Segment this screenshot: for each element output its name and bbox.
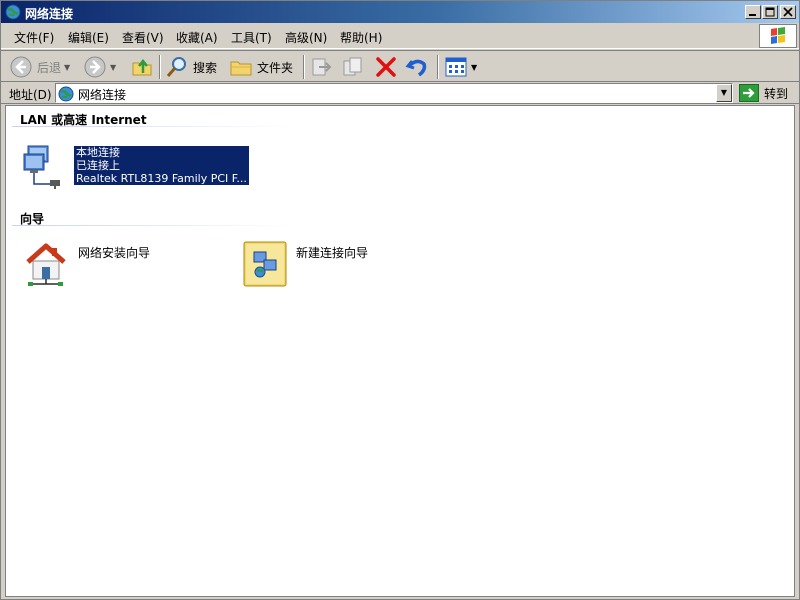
group-divider bbox=[12, 225, 292, 226]
network-setup-wizard-item[interactable]: 网络安装向导 bbox=[24, 240, 214, 292]
up-folder-icon bbox=[132, 58, 152, 76]
delete-button[interactable] bbox=[374, 53, 398, 81]
folder-icon bbox=[230, 61, 252, 76]
move-to-button[interactable] bbox=[309, 53, 333, 81]
back-label: 后退 bbox=[37, 60, 62, 75]
minimize-icon bbox=[749, 14, 756, 16]
chevron-down-icon[interactable]: ▼ bbox=[110, 63, 116, 72]
minimize-button[interactable] bbox=[745, 5, 761, 19]
views-grid-icon bbox=[445, 57, 467, 77]
wizard-name: 新建连接向导 bbox=[296, 246, 369, 260]
search-label: 搜索 bbox=[193, 60, 218, 75]
back-arrow-icon bbox=[10, 56, 32, 78]
new-connection-wizard-item[interactable]: 新建连接向导 bbox=[242, 240, 432, 292]
go-button[interactable]: 转到 bbox=[739, 83, 788, 103]
group-divider bbox=[12, 126, 292, 127]
delete-x-icon bbox=[376, 57, 396, 77]
address-value: 网络连接 bbox=[78, 88, 127, 102]
menu-favorites[interactable]: 收藏(A) bbox=[176, 29, 218, 46]
up-folder-button[interactable] bbox=[130, 53, 154, 81]
toolbar-separator bbox=[437, 55, 439, 79]
undo-icon bbox=[405, 59, 427, 77]
maximize-icon bbox=[765, 7, 775, 17]
forward-arrow-icon bbox=[84, 56, 106, 78]
folders-button[interactable]: 文件夹 bbox=[229, 53, 293, 81]
new-connection-wizard-icon bbox=[243, 241, 287, 287]
chevron-down-icon[interactable]: ▼ bbox=[471, 63, 477, 72]
address-input[interactable]: 网络连接 ▼ bbox=[55, 83, 733, 103]
menu-bar: 文件(F) 编辑(E) 查看(V) 收藏(A) 工具(T) 高级(N) 帮助(H… bbox=[1, 23, 799, 49]
copy-to-button[interactable] bbox=[341, 53, 365, 81]
windows-logo bbox=[759, 24, 797, 48]
go-arrow-icon bbox=[739, 84, 759, 102]
toolbar-separator bbox=[159, 55, 161, 79]
maximize-button[interactable] bbox=[762, 5, 778, 19]
search-icon bbox=[166, 57, 186, 77]
close-button[interactable] bbox=[780, 5, 796, 19]
address-label: 地址(D) bbox=[9, 88, 52, 102]
window-title: 网络连接 bbox=[25, 7, 74, 21]
undo-button[interactable] bbox=[405, 53, 429, 81]
local-connection-labels: 本地连接 已连接上 Realtek RTL8139 Family PCI F..… bbox=[74, 146, 249, 185]
views-button[interactable]: ▼ bbox=[444, 53, 477, 81]
menu-view[interactable]: 查看(V) bbox=[122, 29, 164, 46]
connection-device: Realtek RTL8139 Family PCI F... bbox=[76, 172, 247, 185]
standard-toolbar: 后退 ▼ ▼ 搜索 文件夹 ▼ bbox=[1, 50, 799, 82]
windows-flag-icon bbox=[771, 27, 785, 44]
lan-connection-icon bbox=[23, 145, 60, 189]
chevron-down-icon[interactable]: ▼ bbox=[64, 63, 70, 72]
address-dropdown-button[interactable]: ▼ bbox=[716, 84, 732, 102]
address-bar: 地址(D) 网络连接 ▼ 转到 bbox=[1, 82, 799, 104]
local-connection-item[interactable]: 本地连接 已连接上 Realtek RTL8139 Family PCI F..… bbox=[20, 142, 249, 190]
go-label: 转到 bbox=[764, 86, 789, 101]
menu-edit[interactable]: 编辑(E) bbox=[68, 29, 109, 46]
menu-advanced[interactable]: 高级(N) bbox=[285, 29, 327, 46]
back-button[interactable]: 后退 ▼ bbox=[9, 53, 70, 81]
network-globe-icon bbox=[5, 4, 21, 20]
wizard-name: 网络安装向导 bbox=[78, 246, 151, 260]
file-view: LAN 或高速 Internet 本地连接 已连接上 Realtek RTL81… bbox=[5, 105, 795, 597]
explorer-window: 网络连接 文件(F) 编辑(E) 查看(V) 收藏(A) 工具(T) 高级(N)… bbox=[0, 0, 800, 600]
move-to-icon bbox=[312, 58, 332, 76]
search-button[interactable]: 搜索 bbox=[165, 53, 217, 81]
menu-help[interactable]: 帮助(H) bbox=[340, 29, 382, 46]
connection-status: 已连接上 bbox=[76, 159, 120, 172]
menu-tools[interactable]: 工具(T) bbox=[231, 29, 272, 46]
chevron-down-icon: ▼ bbox=[720, 88, 728, 97]
close-icon bbox=[783, 7, 793, 17]
home-network-icon bbox=[26, 243, 66, 286]
title-bar[interactable]: 网络连接 bbox=[1, 1, 799, 23]
menu-file[interactable]: 文件(F) bbox=[14, 29, 54, 46]
copy-to-icon bbox=[343, 57, 362, 76]
forward-button[interactable]: ▼ bbox=[83, 53, 116, 81]
network-globe-icon bbox=[58, 86, 74, 102]
connection-name: 本地连接 bbox=[76, 146, 120, 159]
folders-label: 文件夹 bbox=[257, 60, 294, 75]
toolbar-separator bbox=[303, 55, 305, 79]
